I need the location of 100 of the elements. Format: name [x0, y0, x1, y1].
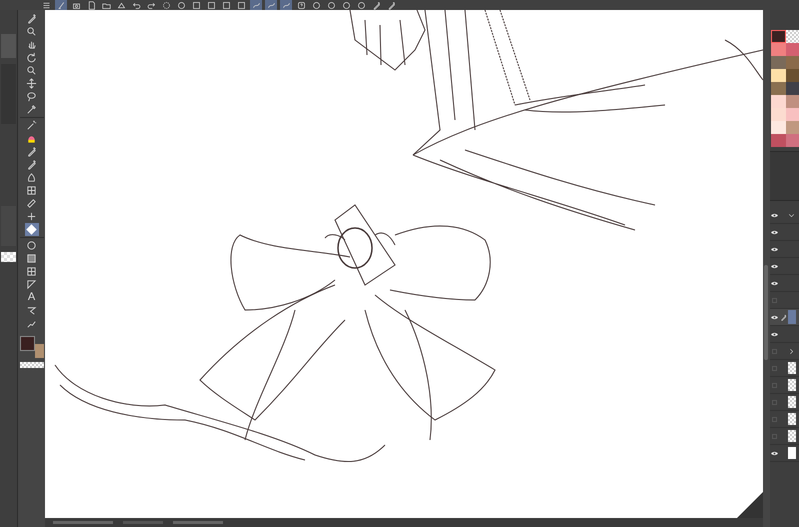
layer-thumbnail: [788, 310, 796, 324]
circle-button[interactable]: [355, 0, 367, 10]
layer-row[interactable]: [770, 394, 799, 411]
circle-icon: [176, 0, 186, 10]
grid-icon: [26, 266, 37, 277]
color-swatch[interactable]: [786, 121, 799, 134]
circle-button[interactable]: [175, 0, 187, 10]
layer-row[interactable]: [770, 309, 799, 326]
wand-icon: [26, 120, 37, 131]
layer-row[interactable]: [770, 445, 799, 462]
color-swatch[interactable]: [771, 69, 786, 82]
diamond-tool[interactable]: [24, 223, 38, 236]
transparent-color-swatch[interactable]: [786, 30, 799, 43]
eye-icon[interactable]: [771, 450, 778, 456]
help-button[interactable]: [295, 0, 307, 10]
eye-icon[interactable]: [771, 332, 778, 336]
circle-button[interactable]: [310, 0, 322, 10]
color-swatch[interactable]: [771, 56, 786, 69]
pen-icon: [780, 314, 787, 320]
document-icon: [86, 0, 96, 10]
lasso-tool[interactable]: [24, 90, 38, 103]
triangle-tool[interactable]: [24, 278, 38, 291]
eye-icon[interactable]: [771, 314, 778, 320]
curve-button[interactable]: [280, 0, 292, 10]
color-swatch[interactable]: [786, 43, 799, 56]
square-button[interactable]: [205, 0, 217, 10]
redo-button[interactable]: [145, 0, 157, 10]
magnifier-tool[interactable]: [24, 25, 38, 38]
rotate-icon: [26, 52, 37, 63]
eye-icon[interactable]: [771, 212, 778, 218]
square-icon: [192, 0, 200, 10]
color-swatch[interactable]: [786, 134, 799, 147]
triangle-icon: [26, 279, 37, 290]
square-button[interactable]: [190, 0, 202, 10]
circle-tool[interactable]: [24, 239, 38, 252]
grid-icon: [26, 185, 37, 196]
folder-icon: [102, 0, 110, 10]
color-swatch[interactable]: [771, 121, 786, 134]
transparent-color-swatch[interactable]: [20, 362, 44, 368]
gradient-icon: [26, 253, 37, 264]
eye-icon[interactable]: [771, 230, 778, 234]
ruler-tool[interactable]: [24, 197, 38, 210]
move-icon: [26, 78, 37, 89]
curve-button[interactable]: [250, 0, 262, 10]
color-swatch[interactable]: [771, 108, 786, 121]
layer-thumbnail: [788, 447, 796, 459]
pen-icon: [372, 0, 380, 10]
layer-row[interactable]: [770, 360, 799, 377]
grid-tool[interactable]: [24, 184, 38, 197]
square-button[interactable]: [235, 0, 247, 10]
color-swatch[interactable]: [771, 95, 786, 108]
move-tool[interactable]: [24, 77, 38, 90]
dotted-circle-icon: [162, 0, 170, 10]
circle-icon: [342, 0, 350, 10]
brush-button[interactable]: [55, 0, 67, 10]
color-swatch[interactable]: [786, 69, 799, 82]
wand-tool[interactable]: [24, 119, 38, 132]
main-color-swatch[interactable]: [20, 336, 34, 351]
color-swatch[interactable]: [771, 82, 786, 95]
pen-icon: [26, 146, 37, 157]
color-swatch[interactable]: [771, 134, 786, 147]
layer-thumbnail: [788, 396, 796, 408]
magnifier-tool[interactable]: [24, 64, 38, 77]
pen-icon: [386, 0, 396, 10]
color-swatch[interactable]: [771, 30, 786, 43]
grid-tool[interactable]: [24, 265, 38, 278]
layer-thumbnail: [788, 430, 796, 442]
eye-icon[interactable]: [771, 264, 778, 268]
text-tool[interactable]: A: [24, 291, 38, 304]
menu-icon: [42, 0, 50, 10]
sub-color-swatch[interactable]: [34, 344, 44, 358]
dotted-circle-button[interactable]: [160, 0, 172, 10]
undo-button[interactable]: [130, 0, 142, 10]
layer-thumbnail: [788, 362, 796, 374]
layer-row[interactable]: [770, 411, 799, 428]
square-icon: [236, 0, 246, 10]
color-swatch[interactable]: [786, 56, 799, 69]
color-swatch[interactable]: [786, 95, 799, 108]
pen-icon: [26, 159, 37, 170]
diamond-icon: [26, 224, 37, 235]
lasso-icon: [26, 91, 37, 102]
eye-icon[interactable]: [771, 246, 778, 252]
help-icon: [296, 0, 306, 10]
color-swatch[interactable]: [771, 43, 786, 56]
color-swatch[interactable]: [786, 82, 799, 95]
layer-row[interactable]: [770, 377, 799, 394]
curve-button[interactable]: [265, 0, 277, 10]
square-button[interactable]: [220, 0, 232, 10]
color-swatch[interactable]: [786, 108, 799, 121]
scrollbar-thumb[interactable]: [764, 265, 768, 360]
eye-icon[interactable]: [771, 280, 778, 286]
layer-thumbnail: [788, 413, 796, 425]
circle-button[interactable]: [340, 0, 352, 10]
layer-row[interactable]: [770, 428, 799, 445]
eyedropper-tool[interactable]: [24, 103, 38, 116]
drop-icon: [26, 172, 37, 183]
square-icon: [222, 0, 230, 10]
circle-button[interactable]: [325, 0, 337, 10]
rotate-tool[interactable]: [24, 51, 38, 64]
gradient-tool[interactable]: [24, 252, 38, 265]
